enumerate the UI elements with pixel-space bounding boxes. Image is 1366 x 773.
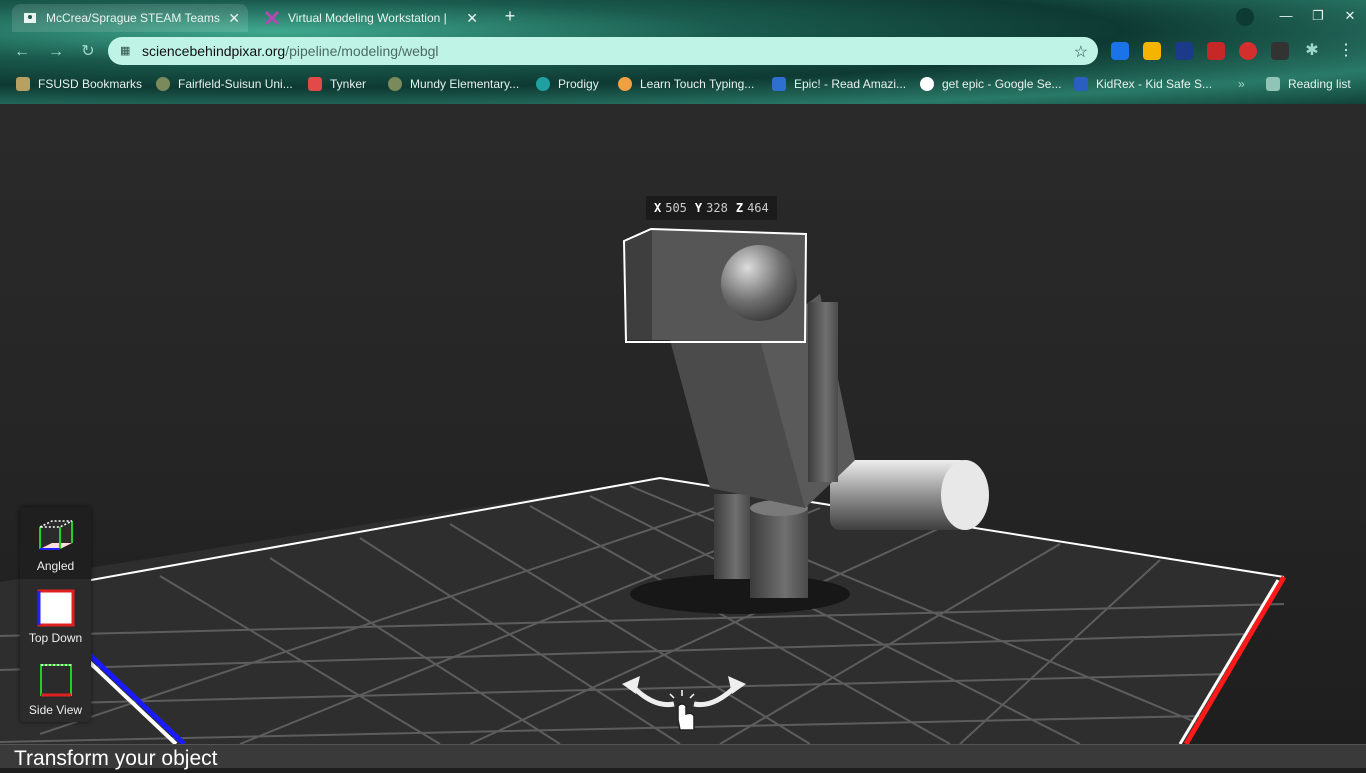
- webgl-viewport[interactable]: X 505 Y 328 Z 464 Angled Top Down Side V…: [0, 104, 1366, 744]
- url-path: /pipeline/modeling/webgl: [285, 43, 439, 59]
- extension-diamond-icon[interactable]: [1175, 42, 1193, 60]
- y-label: Y: [694, 201, 703, 215]
- minimize-icon[interactable]: —: [1278, 8, 1294, 24]
- classroom-icon: [22, 10, 38, 26]
- top-down-view-button[interactable]: Top Down: [20, 579, 91, 651]
- forward-icon[interactable]: →: [46, 42, 66, 62]
- typing-icon: [618, 77, 632, 91]
- cylinder-cap: [941, 460, 989, 530]
- bookmark-item[interactable]: KidRex - Kid Safe S...: [1074, 75, 1212, 93]
- sphere[interactable]: [721, 245, 797, 321]
- top-down-icon: [37, 589, 74, 627]
- extension-forward-icon[interactable]: [1207, 42, 1225, 60]
- maximize-icon[interactable]: ❐: [1310, 8, 1326, 24]
- site-info-icon[interactable]: ▦: [120, 44, 134, 58]
- bookmark-star-icon[interactable]: ☆: [1074, 42, 1088, 62]
- reading-list-icon: [1266, 77, 1280, 91]
- reading-list-label: Reading list: [1288, 77, 1351, 91]
- bookmarks-bar: FSUSD Bookmarks Fairfield-Suisun Uni... …: [0, 72, 1366, 96]
- side-view-button[interactable]: Side View: [20, 651, 91, 723]
- bookmark-label: Prodigy: [558, 77, 599, 91]
- new-tab-button[interactable]: +: [500, 6, 520, 26]
- bookmark-folder[interactable]: FSUSD Bookmarks: [16, 75, 142, 93]
- tab-virtual-modeling[interactable]: Virtual Modeling Workstation | ✕: [254, 4, 486, 32]
- browser-toolbar: ← → ↻ ▦ sciencebehindpixar.org/pipeline/…: [0, 34, 1366, 68]
- view-selector: Angled Top Down Side View: [20, 507, 91, 722]
- bookmark-label: Learn Touch Typing...: [640, 77, 755, 91]
- bookmark-item[interactable]: Mundy Elementary...: [388, 75, 519, 93]
- bookmark-label: Tynker: [330, 77, 367, 91]
- tab-title: Virtual Modeling Workstation |: [288, 11, 447, 25]
- folder-icon: [16, 77, 30, 91]
- z-label: Z: [735, 201, 744, 215]
- tab-mccrea[interactable]: McCrea/Sprague STEAM Teams ✕: [12, 4, 248, 32]
- y-value: 328: [706, 201, 728, 215]
- tynker-icon: [308, 77, 322, 91]
- prodigy-icon: [536, 77, 550, 91]
- object-shadow: [630, 574, 850, 614]
- url-host: sciencebehindpixar.org: [142, 43, 286, 59]
- window-close-icon[interactable]: ✕: [1342, 8, 1358, 24]
- bookmark-item[interactable]: Fairfield-Suisun Uni...: [156, 75, 293, 93]
- bookmark-item[interactable]: Epic! - Read Amazi...: [772, 75, 906, 93]
- selected-box-side: [624, 230, 652, 340]
- side-view-icon: [39, 664, 72, 697]
- more-bookmarks-icon[interactable]: »: [1238, 75, 1245, 93]
- rotate-hint: [622, 674, 746, 734]
- epic-icon: [772, 77, 786, 91]
- instruction-title: Transform your object: [14, 747, 218, 770]
- browser-chrome: McCrea/Sprague STEAM Teams ✕ Virtual Mod…: [0, 0, 1366, 104]
- tab-strip: McCrea/Sprague STEAM Teams ✕ Virtual Mod…: [0, 0, 1366, 32]
- bookmark-label: Mundy Elementary...: [410, 77, 520, 91]
- close-icon[interactable]: ✕: [466, 10, 478, 27]
- shield-icon: [156, 77, 170, 91]
- x-value: 505: [665, 201, 687, 215]
- instruction-bar: Transform your object: [0, 744, 1366, 770]
- adblock-icon[interactable]: [1239, 42, 1257, 60]
- reading-list[interactable]: Reading list: [1266, 75, 1351, 93]
- profile-icon[interactable]: [1236, 8, 1254, 26]
- leg-cylinder[interactable]: [714, 494, 750, 579]
- view-label: Top Down: [28, 631, 83, 645]
- extension-ghost-icon[interactable]: [1271, 42, 1289, 60]
- bookmark-item[interactable]: Learn Touch Typing...: [618, 75, 754, 93]
- z-value: 464: [747, 201, 769, 215]
- google-icon: [920, 77, 934, 91]
- tab-title: McCrea/Sprague STEAM Teams: [46, 11, 220, 25]
- coordinate-readout: X 505 Y 328 Z 464: [646, 196, 777, 220]
- bookmark-label: get epic - Google Se...: [942, 77, 1062, 91]
- extension-shield-icon[interactable]: [1111, 42, 1129, 60]
- bookmark-label: Epic! - Read Amazi...: [794, 77, 907, 91]
- kidrex-icon: [1074, 77, 1088, 91]
- rotate-hand-icon: [622, 676, 746, 731]
- reload-icon[interactable]: ↻: [78, 42, 98, 62]
- view-label: Angled: [36, 559, 75, 573]
- angled-view-button[interactable]: Angled: [20, 507, 91, 579]
- bookmark-label: KidRex - Kid Safe S...: [1096, 77, 1213, 91]
- vertical-cylinder[interactable]: [808, 302, 838, 482]
- x-logo-icon: [264, 10, 280, 26]
- bookmark-item[interactable]: get epic - Google Se...: [920, 75, 1061, 93]
- leg-cylinder[interactable]: [750, 508, 808, 598]
- shield-icon: [388, 77, 402, 91]
- bookmark-item[interactable]: Tynker: [308, 75, 366, 93]
- menu-dots-icon[interactable]: ⋮: [1337, 42, 1355, 60]
- back-icon[interactable]: ←: [12, 42, 32, 62]
- url-text: sciencebehindpixar.org/pipeline/modeling…: [142, 43, 439, 59]
- extensions-puzzle-icon[interactable]: ✱: [1303, 42, 1321, 60]
- x-label: X: [654, 201, 662, 215]
- angled-cube-icon: [38, 520, 73, 550]
- address-bar[interactable]: ▦ sciencebehindpixar.org/pipeline/modeli…: [108, 37, 1098, 65]
- close-icon[interactable]: ✕: [228, 10, 240, 27]
- bookmark-item[interactable]: Prodigy: [536, 75, 599, 93]
- bookmark-label: FSUSD Bookmarks: [38, 77, 143, 91]
- view-label: Side View: [28, 703, 83, 717]
- bookmark-label: Fairfield-Suisun Uni...: [178, 77, 293, 91]
- extension-pencil-icon[interactable]: [1143, 42, 1161, 60]
